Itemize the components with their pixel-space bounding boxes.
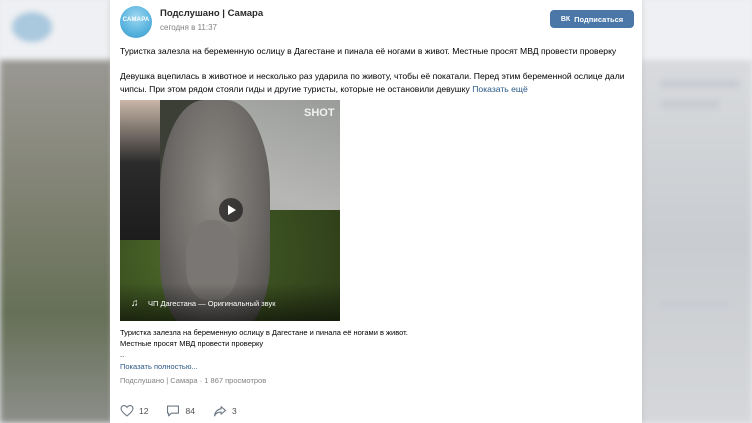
subscribe-button[interactable]: ВК Подписаться [550,10,634,28]
show-more-link[interactable]: Показать ещё [472,84,528,94]
caption-line-3: .. [120,350,125,359]
comment-icon [167,405,180,417]
show-full-link[interactable]: Показать полностью... [120,362,198,371]
group-avatar[interactable]: САМАРА [120,6,152,38]
video-frame-person [120,100,160,240]
post-time[interactable]: сегодня в 11:37 [160,23,217,32]
post-meta: Подслушано | Самара · 1 867 просмотров [120,376,267,385]
heart-icon [120,405,134,417]
post-body: Девушка вцепилась в животное и несколько… [120,70,635,96]
share-button[interactable]: 3 [213,405,237,417]
subscribe-label: Подписаться [574,14,624,24]
post-headline: Туристка залезла на беременную ослицу в … [120,46,617,56]
play-icon[interactable] [219,198,243,222]
caption-line-1: Туристка залезла на беременную ослицу в … [120,328,408,337]
likes-count: 12 [139,406,149,416]
caption-line-2: Местные просят МВД провести проверку [120,339,264,348]
music-note-icon: ♫ [131,298,139,309]
post-body-text: Девушка вцепилась в животное и несколько… [120,71,625,94]
like-button[interactable]: 12 [120,405,148,417]
post-card: САМАРА Подслушано | Самара сегодня в 11:… [110,0,642,423]
vk-logo-icon: ВК [560,15,571,23]
group-name[interactable]: Подслушано | Самара [160,8,263,19]
comment-button[interactable]: 84 [166,405,195,417]
shot-watermark: SHOT [304,107,335,119]
action-bar: 12 84 3 [120,405,237,417]
comments-count: 84 [185,406,195,416]
share-icon [213,406,226,417]
video-player[interactable]: SHOT ♫ ЧП Дагестана — Оригинальный звук [120,100,340,321]
sound-label[interactable]: ЧП Дагестана — Оригинальный звук [148,299,276,308]
avatar-text: САМАРА [122,17,150,23]
shares-count: 3 [231,406,237,416]
